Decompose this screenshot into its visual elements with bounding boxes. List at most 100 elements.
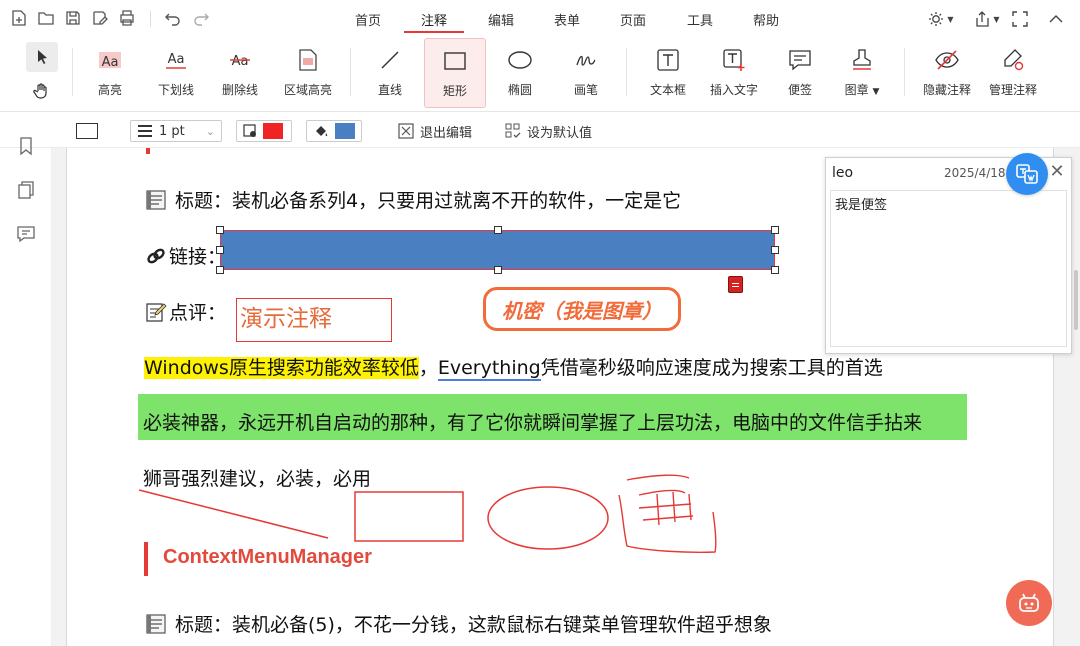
new-file-icon[interactable] — [10, 9, 28, 27]
chevron-down-icon: ⌄ — [205, 124, 215, 138]
close-icon[interactable]: ✕ — [1047, 162, 1067, 182]
tool-label: 便签 — [787, 83, 812, 97]
line-icon — [381, 51, 399, 69]
hand-tool-icon[interactable] — [26, 78, 58, 104]
tool-highlight[interactable]: Aa 高亮 — [84, 38, 136, 108]
select-tool-icon[interactable] — [26, 42, 58, 72]
tool-label: 高亮 — [97, 83, 122, 97]
shape-property-bar: 1 pt ⌄ 退出编辑 设为默认值 — [0, 112, 1080, 148]
rectangle-shape-icon — [76, 123, 98, 139]
annotation-ribbon: Aa 高亮 Aa 下划线 Aa 删除线 区域高亮 直线 矩形 椭圆 画笔 文本框… — [0, 38, 1080, 112]
tool-ellipse[interactable]: 椭圆 — [494, 38, 546, 108]
comments-panel-icon[interactable] — [16, 224, 36, 244]
sticky-note-icon — [789, 50, 811, 71]
highlight-icon: Aa — [99, 52, 121, 70]
rectangle-shape-annotation — [354, 491, 464, 542]
ribbon-divider — [626, 48, 627, 96]
share-icon[interactable]: ▼ — [970, 9, 1004, 29]
bookmark-icon[interactable] — [16, 136, 36, 156]
tool-strikethrough[interactable]: Aa 删除线 — [214, 38, 266, 108]
tool-label: 画笔 — [573, 83, 598, 97]
shape-type-selector[interactable] — [76, 120, 98, 142]
section-heading: ContextMenuManager — [163, 546, 372, 568]
stamp-icon — [853, 49, 871, 70]
svg-text:Aa: Aa — [232, 54, 249, 69]
tab-edit[interactable]: 编辑 — [486, 10, 516, 29]
open-folder-icon[interactable] — [37, 9, 55, 27]
ribbon-divider — [350, 48, 351, 96]
tool-rectangle[interactable]: 矩形 — [424, 38, 486, 108]
tab-help[interactable]: 帮助 — [751, 10, 781, 29]
tool-label: 管理注释 — [988, 83, 1037, 97]
strikethrough-icon: Aa — [230, 54, 250, 69]
tab-home[interactable]: 首页 — [353, 10, 383, 29]
tool-underline[interactable]: Aa 下划线 — [150, 38, 202, 108]
textbox-icon — [657, 49, 679, 71]
tool-manage-annotations[interactable]: 管理注释 — [982, 38, 1044, 108]
print-icon[interactable] — [118, 9, 136, 27]
tool-label: 插入文字 — [709, 83, 758, 97]
tool-stamp[interactable]: 图章 ▼ — [834, 38, 890, 108]
set-default-icon — [505, 123, 521, 138]
exit-edit-label: 退出编辑 — [420, 125, 473, 141]
hide-annotations-icon — [935, 50, 959, 70]
ai-assistant-button[interactable] — [1006, 580, 1052, 626]
fill-color-picker[interactable] — [306, 120, 362, 142]
tool-hide-annotations[interactable]: 隐藏注释 — [916, 38, 978, 108]
vertical-scrollbar[interactable] — [1074, 270, 1078, 330]
active-tab-indicator — [404, 31, 464, 33]
translate-button[interactable] — [1006, 153, 1048, 195]
redo-icon[interactable] — [192, 9, 210, 27]
tool-insert-text[interactable]: 插入文字 — [702, 38, 766, 108]
tool-line[interactable]: 直线 — [364, 38, 416, 108]
tab-annotate[interactable]: 注释 — [419, 10, 449, 29]
thumbnails-icon[interactable] — [16, 180, 36, 200]
tool-pen[interactable]: 画笔 — [560, 38, 612, 108]
theme-icon[interactable]: ▼ — [924, 9, 958, 29]
tool-label: 下划线 — [157, 83, 194, 97]
tool-label: 隐藏注释 — [922, 83, 971, 97]
tool-label: 矩形 — [442, 84, 467, 98]
save-icon[interactable] — [64, 9, 82, 27]
tool-label: 删除线 — [221, 83, 258, 97]
svg-text:Aa: Aa — [102, 55, 119, 70]
tab-page[interactable]: 页面 — [618, 10, 648, 29]
document-icon — [146, 614, 166, 634]
tool-textbox[interactable]: 文本框 — [642, 38, 694, 108]
tool-label: 图章 — [844, 83, 869, 97]
pen-scribble-annotation — [618, 474, 717, 553]
translate-icon — [1016, 164, 1038, 184]
tool-label: 文本框 — [649, 83, 686, 97]
tab-form[interactable]: 表单 — [552, 10, 582, 29]
collapse-ribbon-icon[interactable] — [1047, 9, 1065, 29]
tool-area-highlight[interactable]: 区域高亮 — [276, 38, 340, 108]
tool-sticky-note[interactable]: 便签 — [774, 38, 826, 108]
undo-icon[interactable] — [164, 9, 182, 27]
fill-color-swatch — [335, 123, 355, 139]
set-default-button[interactable]: 设为默认值 — [505, 120, 592, 142]
pen-icon — [576, 55, 596, 66]
fullscreen-icon[interactable] — [1011, 9, 1029, 29]
left-sidebar — [0, 137, 52, 646]
robot-icon — [1019, 593, 1039, 612]
line-annotation — [138, 489, 329, 539]
underline-icon: Aa — [166, 52, 186, 69]
stroke-color-swatch — [263, 123, 283, 139]
tab-tools[interactable]: 工具 — [685, 10, 715, 29]
title-2-text: 标题：装机必备(5)，不花一分钱，这款鼠标右键菜单管理软件超乎想象 — [175, 614, 772, 636]
note-content-field[interactable]: 我是便签 — [830, 190, 1067, 347]
manage-annotations-icon — [1004, 49, 1024, 71]
svg-text:Aa: Aa — [168, 52, 185, 67]
close-box-icon — [398, 123, 414, 139]
save-as-icon[interactable] — [91, 9, 109, 27]
ribbon-divider — [904, 48, 905, 96]
line-width-select[interactable]: 1 pt ⌄ — [130, 120, 222, 142]
exit-edit-button[interactable]: 退出编辑 — [398, 120, 472, 142]
insert-text-icon — [723, 49, 745, 71]
tool-label: 椭圆 — [507, 83, 532, 97]
stroke-color-picker[interactable] — [236, 120, 292, 142]
note-content: 我是便签 — [835, 198, 888, 213]
ribbon-divider — [72, 48, 73, 96]
tool-label: 区域高亮 — [283, 83, 332, 97]
rectangle-icon — [444, 52, 466, 70]
